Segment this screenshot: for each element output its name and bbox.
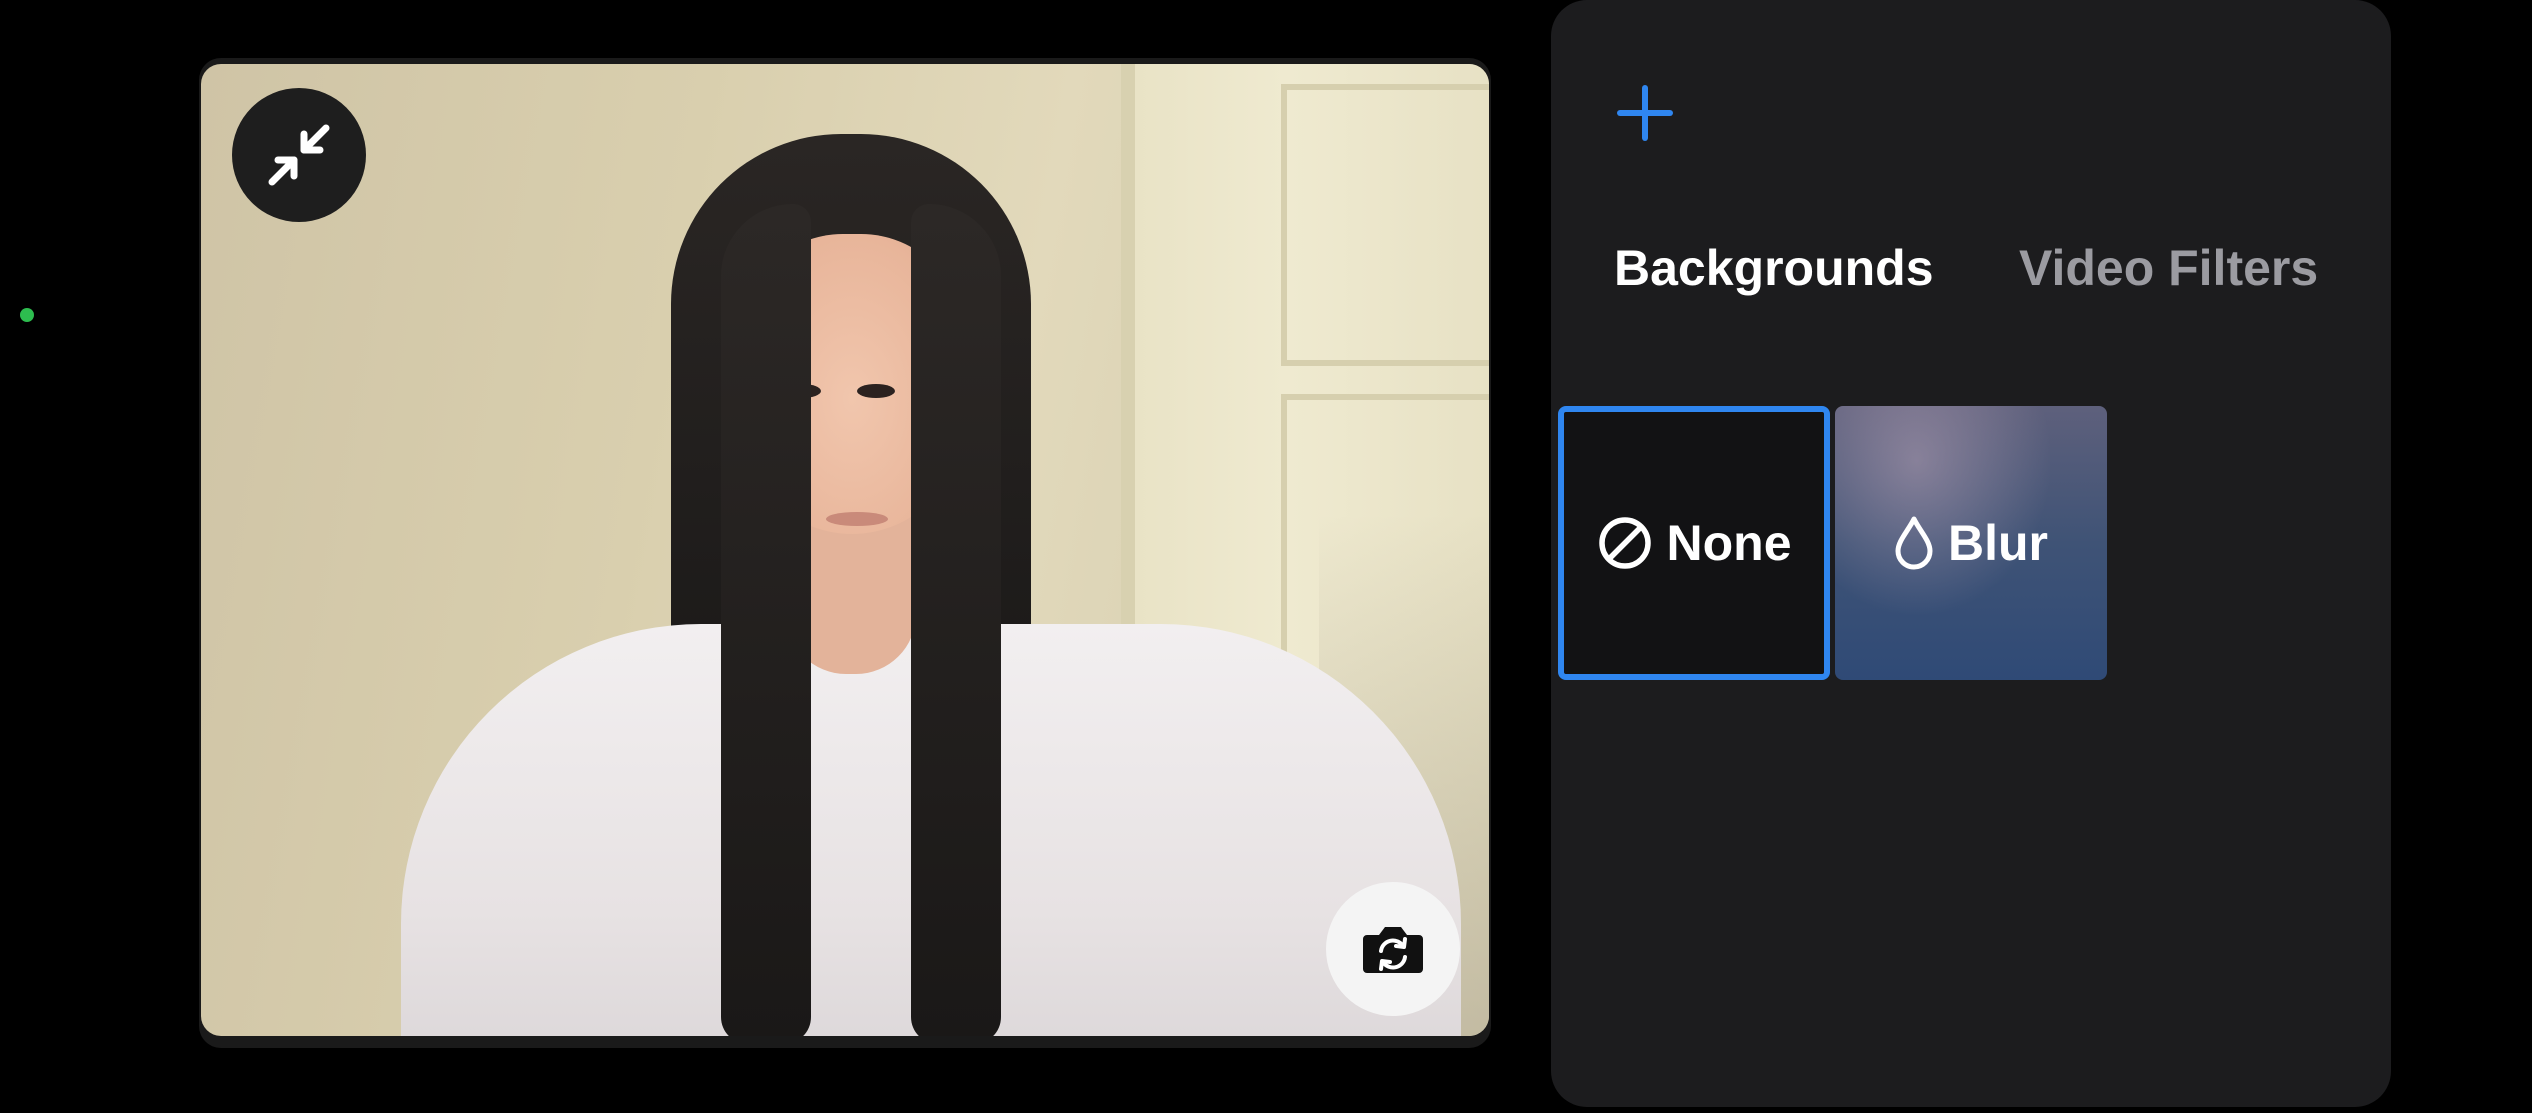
person-eye-right — [857, 384, 895, 398]
flip-camera-button[interactable] — [1326, 882, 1460, 1016]
person-hair-left — [721, 204, 811, 1036]
minimize-button[interactable] — [232, 88, 366, 222]
minimize-arrows-icon — [264, 120, 334, 190]
status-indicator-dot — [20, 308, 34, 322]
stage: Backgrounds Video Filters None Blur — [0, 0, 2532, 1113]
door-panel-upper — [1281, 84, 1489, 366]
person-mouth — [826, 512, 888, 526]
camera-feed — [201, 64, 1489, 1036]
background-option-label: Blur — [1948, 515, 2048, 571]
plus-icon — [1616, 84, 1674, 142]
add-background-button[interactable] — [1614, 82, 1676, 144]
camera-flip-icon — [1361, 921, 1425, 977]
person-hair-right — [911, 204, 1001, 1036]
tab-backgrounds[interactable]: Backgrounds — [1614, 238, 1934, 298]
no-symbol-icon — [1597, 515, 1653, 571]
background-option-none[interactable]: None — [1558, 406, 1830, 680]
video-preview — [199, 58, 1491, 1048]
tab-video-filters[interactable]: Video Filters — [2019, 238, 2318, 298]
background-option-label: None — [1666, 515, 1792, 571]
background-option-blur[interactable]: Blur — [1835, 406, 2107, 680]
droplet-icon — [1894, 515, 1934, 571]
